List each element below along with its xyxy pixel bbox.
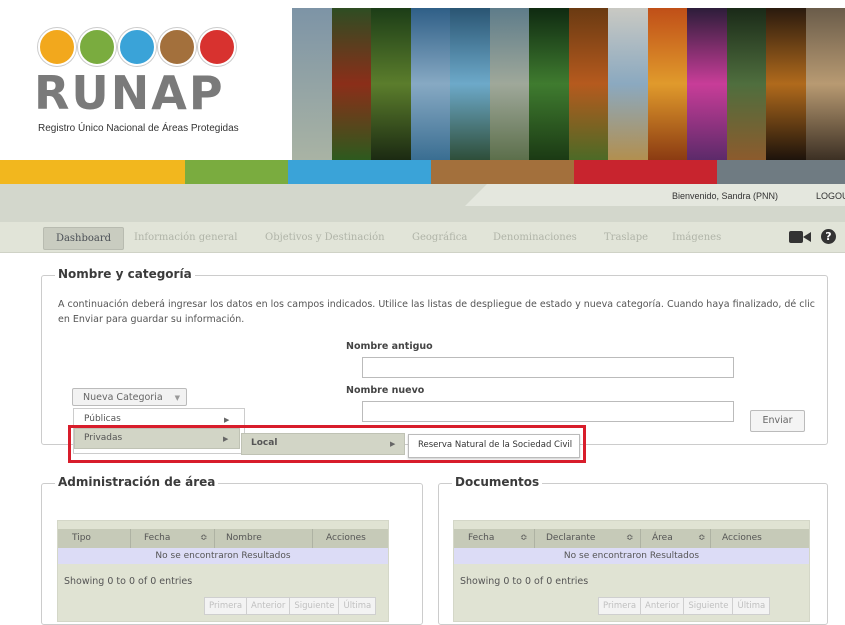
video-camera-icon[interactable] [789,230,811,244]
logo-leaf-icon [78,28,116,66]
column-fecha[interactable]: Fecha [144,533,170,543]
sort-icon[interactable]: ≎ [200,533,208,543]
tab-informacion-general[interactable]: Información general [134,232,237,243]
nombre-antiguo-label: Nombre antiguo [346,341,433,352]
documentos-table: Fecha ≎ Declarante ≎ Área ≎ Acciones No … [453,520,810,622]
pager-next[interactable]: Siguiente [683,597,734,615]
pagination: Primera Anterior Siguiente Última [598,597,771,615]
tab-denominaciones[interactable]: Denominaciones [493,232,577,243]
chevron-right-icon: ▶ [224,416,230,424]
logo-text: RUNAP [34,66,225,120]
color-bar [0,160,845,184]
administracion-table: Tipo Fecha ≎ Nombre Acciones No se encon… [57,520,389,622]
sort-icon[interactable]: ≎ [698,533,706,543]
pager-first[interactable]: Primera [204,597,248,615]
chevron-down-icon: ▼ [174,394,180,402]
column-tipo[interactable]: Tipo [72,533,91,543]
menu-item-publicas[interactable]: Públicas [84,414,121,424]
empty-row: No se encontraron Resultados [58,548,388,564]
pagination: Primera Anterior Siguiente Última [204,597,377,615]
showing-entries: Showing 0 to 0 of 0 entries [460,576,589,587]
tab-dashboard[interactable]: Dashboard [43,227,124,250]
empty-row: No se encontraron Resultados [454,548,809,564]
nombre-nuevo-label: Nombre nuevo [346,385,425,396]
tab-imagenes[interactable]: Imágenes [672,232,721,243]
highlight-box [68,425,586,463]
logo-subtitle: Registro Único Nacional de Áreas Protegi… [38,123,239,134]
sort-icon[interactable]: ≎ [520,533,528,543]
logo-mountain-icon [118,28,156,66]
nombre-nuevo-input[interactable] [362,401,734,422]
pager-next[interactable]: Siguiente [289,597,340,615]
pager-last[interactable]: Última [732,597,771,615]
nueva-categoria-dropdown[interactable]: Nueva Categoria ▼ [72,388,187,406]
nombre-antiguo-input[interactable] [362,357,734,378]
table-header: Fecha ≎ Declarante ≎ Área ≎ Acciones [454,529,809,548]
logo-area: RUNAP Registro Único Nacional de Áreas P… [0,0,290,160]
column-acciones: Acciones [326,533,366,543]
showing-entries: Showing 0 to 0 of 0 entries [64,576,193,587]
welcome-text: Bienvenido, Sandra (PNN) [672,191,779,201]
tab-traslape[interactable]: Traslape [604,232,648,243]
column-fecha[interactable]: Fecha [468,533,494,543]
tab-bar: Dashboard Información general Objetivos … [0,222,845,253]
pager-last[interactable]: Última [338,597,377,615]
logo-sun-icon [38,28,76,66]
enviar-button[interactable]: Enviar [750,410,805,432]
sort-icon[interactable]: ≎ [626,533,634,543]
tab-geografica[interactable]: Geográfica [412,232,467,243]
section-description: A continuación deberá ingresar los datos… [58,299,816,325]
logout-link[interactable]: LOGOU [816,191,845,201]
column-nombre[interactable]: Nombre [226,533,262,543]
pager-prev[interactable]: Anterior [246,597,291,615]
column-acciones: Acciones [722,533,762,543]
help-icon[interactable]: ? [821,229,836,244]
column-area[interactable]: Área [652,533,673,543]
logo-tree-icon [158,28,196,66]
documentos-title: Documentos [452,475,543,489]
nueva-categoria-label: Nueva Categoria [83,392,163,403]
pager-first[interactable]: Primera [598,597,642,615]
tab-objetivos[interactable]: Objetivos y Destinación [265,232,385,243]
administracion-title: Administración de área [55,475,219,489]
section-title: Nombre y categoría [55,267,195,281]
logo-animal-icon [198,28,236,66]
user-bar [0,184,845,222]
table-header: Tipo Fecha ≎ Nombre Acciones [58,529,388,548]
header-banner [292,8,845,160]
pager-prev[interactable]: Anterior [640,597,685,615]
column-declarante[interactable]: Declarante [546,533,595,543]
